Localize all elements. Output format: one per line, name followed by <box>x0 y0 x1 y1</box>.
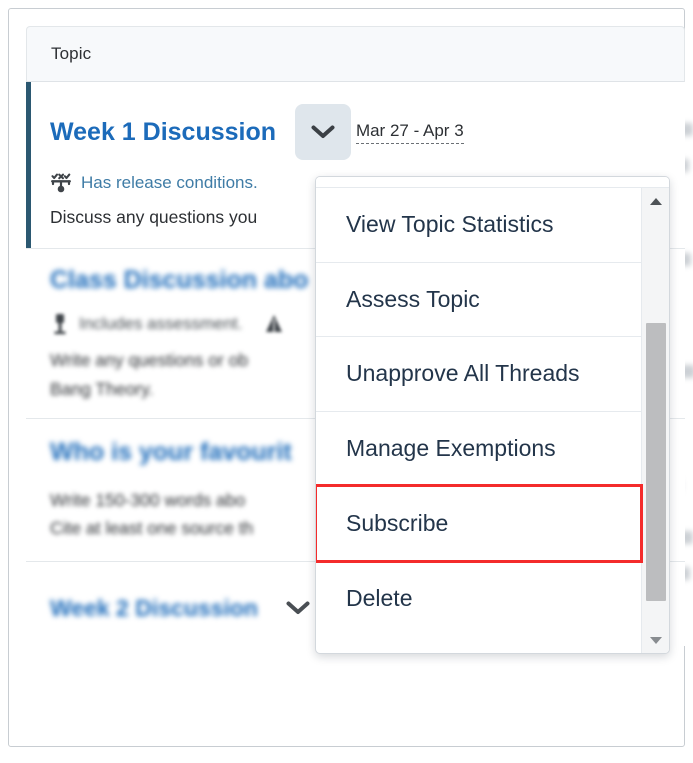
release-conditions-label: Has release conditions. <box>81 173 258 192</box>
menu-item-assess-topic[interactable]: Assess Topic <box>316 262 641 338</box>
topic-link-week-2[interactable]: Week 2 Discussion <box>50 595 258 621</box>
menu-item-label: Manage Exemptions <box>346 435 556 462</box>
assessment-label: Includes assessment. <box>79 313 243 333</box>
release-conditions-icon <box>51 173 71 193</box>
table-header: Topic <box>26 26 685 82</box>
topic-link-class-discussion[interactable]: Class Discussion abo <box>50 266 308 294</box>
triangle-down-icon <box>650 636 662 644</box>
menu-item-label: Assess Topic <box>346 285 480 312</box>
menu-item-label: Unapprove All Threads <box>346 360 580 387</box>
topic-link-favourite[interactable]: Who is your favourit <box>50 438 292 466</box>
menu-scrollbar[interactable] <box>641 188 669 653</box>
column-header-topic: Topic <box>51 44 92 63</box>
menu-top-cap <box>316 177 669 188</box>
menu-item-label: Delete <box>346 584 413 611</box>
chevron-down-icon <box>286 601 310 615</box>
menu-item-label: View Topic Statistics <box>346 211 554 238</box>
topic-link-week-1[interactable]: Week 1 Discussion <box>50 118 276 146</box>
menu-item-list: View Topic Statistics Assess Topic Unapp… <box>316 188 643 653</box>
screenshot-root: Topic Week 1 Discussion Mar 27 - Apr 3 H… <box>0 0 693 763</box>
topic-context-menu: View Topic Statistics Assess Topic Unapp… <box>315 176 670 654</box>
chevron-down-icon <box>311 125 335 138</box>
availability-dates[interactable]: Mar 27 - Apr 3 <box>355 121 464 145</box>
menu-item-subscribe[interactable]: Subscribe <box>316 484 643 563</box>
menu-item-view-topic-statistics[interactable]: View Topic Statistics <box>316 188 641 263</box>
scrollbar-down-button[interactable] <box>642 627 669 653</box>
topic-actions-chevron-button-week-2[interactable] <box>276 588 320 628</box>
menu-item-manage-exemptions[interactable]: Manage Exemptions <box>316 411 641 487</box>
scrollbar-up-button[interactable] <box>642 188 669 214</box>
topic-actions-chevron-button[interactable] <box>295 104 352 160</box>
group-icon <box>266 314 283 332</box>
assessment-icon <box>54 313 66 334</box>
menu-item-unapprove-all-threads[interactable]: Unapprove All Threads <box>316 337 641 412</box>
scrollbar-thumb[interactable] <box>646 323 666 601</box>
triangle-up-icon <box>650 197 662 205</box>
menu-item-label: Subscribe <box>346 509 449 536</box>
menu-item-delete[interactable]: Delete <box>316 560 641 636</box>
